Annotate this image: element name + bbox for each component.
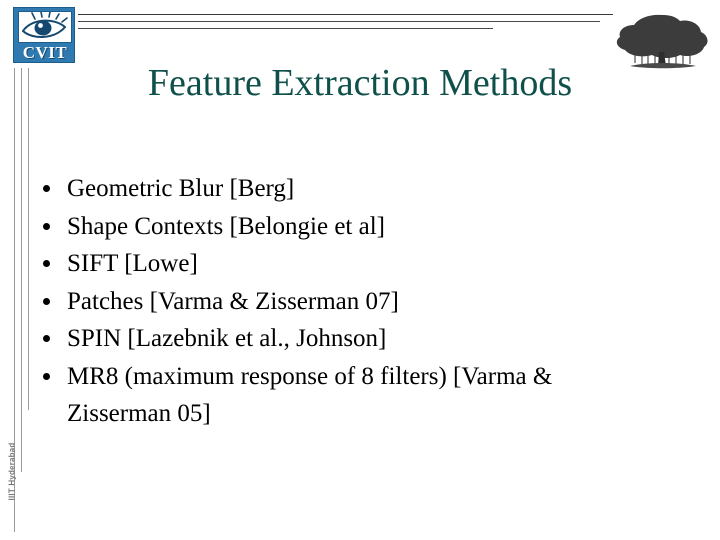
- bullet-dot-icon: [43, 335, 50, 342]
- bullet-dot-icon: [43, 185, 50, 192]
- list-item: Shape Contexts [Belongie et al]: [40, 208, 640, 246]
- list-item: MR8 (maximum response of 8 filters) [Var…: [40, 358, 640, 433]
- cvit-logo: CVIT: [13, 7, 75, 63]
- list-item: Geometric Blur [Berg]: [40, 170, 640, 208]
- list-item-label: Geometric Blur [Berg]: [67, 175, 295, 202]
- list-item: SPIN [Lazebnik et al., Johnson]: [40, 320, 640, 358]
- bullet-list: Geometric Blur [Berg] Shape Contexts [Be…: [40, 170, 640, 433]
- header-rule-middle: [78, 21, 600, 22]
- list-item-label: SIFT [Lowe]: [67, 250, 198, 277]
- header-rule-top: [78, 14, 613, 15]
- eye-icon: [18, 11, 72, 43]
- bullet-dot-icon: [43, 222, 50, 230]
- footer-vertical-label: IIIT Hyderabad: [7, 442, 17, 501]
- bullet-dot-icon: [43, 260, 50, 267]
- list-item: Patches [Varma & Zisserman 07]: [40, 283, 640, 321]
- sidebar-rule-right: [28, 68, 29, 410]
- presentation-slide: CVIT Feature Extraction Methods Geometri…: [0, 0, 720, 540]
- page-title: Feature Extraction Methods: [147, 62, 573, 104]
- list-item-label: MR8 (maximum response of 8 filters) [Var…: [67, 362, 553, 428]
- list-item-label: Shape Contexts [Belongie et al]: [67, 212, 385, 240]
- header-rule-bottom: [78, 28, 493, 29]
- sidebar-rule-middle: [21, 68, 22, 472]
- bullet-dot-icon: [43, 372, 50, 380]
- list-item: SIFT [Lowe]: [40, 245, 640, 283]
- list-item-label: Patches [Varma & Zisserman 07]: [67, 287, 399, 315]
- bullet-dot-icon: [43, 297, 50, 305]
- list-item-label: SPIN [Lazebnik et al., Johnson]: [67, 325, 387, 352]
